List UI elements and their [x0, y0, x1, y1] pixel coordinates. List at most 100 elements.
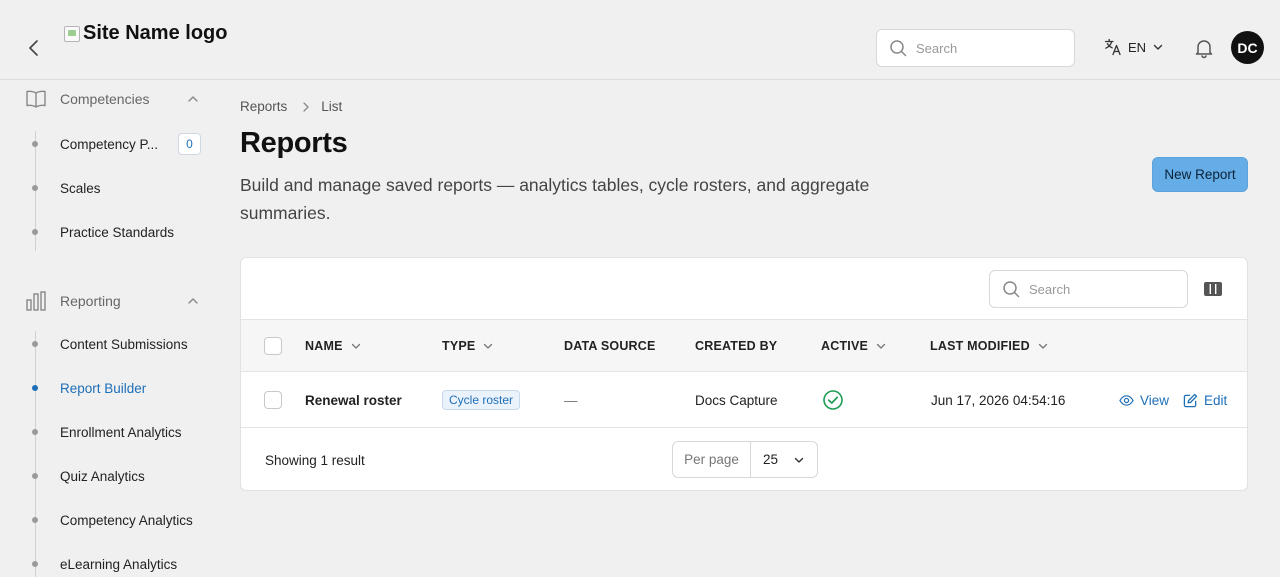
- chevron-down-icon[interactable]: [482, 340, 494, 352]
- reports-table-card: NAME TYPE DATA SOURCE CREATED BY ACTIVE …: [240, 257, 1248, 491]
- book-icon: [25, 88, 47, 110]
- language-selector[interactable]: EN: [1104, 38, 1164, 56]
- chevron-down-icon[interactable]: [1037, 340, 1049, 352]
- cell-created-by: Docs Capture: [695, 392, 778, 408]
- edit-label: Edit: [1204, 392, 1228, 408]
- search-icon: [1003, 281, 1020, 298]
- sidebar-item-competency-profiles[interactable]: Competency P... 0: [25, 131, 205, 157]
- breadcrumb: Reports List: [240, 99, 342, 114]
- chevron-left-icon: [29, 40, 38, 56]
- count-badge: 0: [178, 133, 201, 155]
- chevron-right-icon: [301, 101, 311, 113]
- notifications-button[interactable]: [1193, 37, 1215, 59]
- bullet-dot: [32, 517, 38, 523]
- back-button[interactable]: [22, 36, 46, 60]
- column-header-label: DATA SOURCE: [564, 339, 656, 353]
- result-count: Showing 1 result: [265, 452, 365, 468]
- column-header-created-by: CREATED BY: [695, 320, 777, 372]
- bullet-dot: [32, 561, 38, 567]
- bullet-dot: [32, 185, 38, 191]
- sidebar-item-label: Content Submissions: [60, 336, 188, 352]
- eye-icon: [1119, 394, 1134, 406]
- sidebar-group-reporting[interactable]: Reporting: [25, 286, 200, 316]
- chevron-down-icon[interactable]: [350, 340, 362, 352]
- new-report-button[interactable]: New Report: [1152, 157, 1248, 192]
- sidebar-group-label: Competencies: [60, 91, 150, 107]
- breadcrumb-current: List: [321, 99, 343, 114]
- sidebar-item-elearning-analytics[interactable]: eLearning Analytics: [25, 551, 205, 577]
- view-button[interactable]: View: [1119, 393, 1169, 408]
- check-circle-icon: [823, 390, 843, 410]
- language-code: EN: [1128, 39, 1147, 55]
- top-bar: Site Name logo EN DC: [0, 0, 1280, 80]
- sidebar-item-practice-standards[interactable]: Practice Standards: [25, 219, 205, 245]
- column-header-name[interactable]: NAME: [305, 320, 362, 372]
- sidebar-item-label: Competency P...: [60, 136, 159, 152]
- column-header-label: LAST MODIFIED: [930, 339, 1030, 353]
- row-checkbox[interactable]: [264, 391, 282, 409]
- page-title: Reports: [240, 127, 348, 159]
- sidebar-item-label: Quiz Analytics: [60, 468, 145, 484]
- sidebar-item-scales[interactable]: Scales: [25, 175, 205, 201]
- table-header: NAME TYPE DATA SOURCE CREATED BY ACTIVE …: [241, 320, 1247, 372]
- table-row[interactable]: Renewal roster Cycle roster — Docs Captu…: [241, 372, 1247, 428]
- sidebar-item-competency-analytics[interactable]: Competency Analytics: [25, 507, 205, 533]
- column-header-label: ACTIVE: [821, 339, 869, 353]
- sidebar-item-quiz-analytics[interactable]: Quiz Analytics: [25, 463, 205, 489]
- tree-line: [35, 331, 36, 577]
- per-page-select[interactable]: 25: [751, 442, 817, 477]
- sidebar-item-content-submissions[interactable]: Content Submissions: [25, 331, 205, 357]
- chevron-up-icon: [188, 96, 198, 102]
- edit-icon: [1183, 393, 1198, 407]
- per-page-control: Per page 25: [672, 441, 818, 478]
- table-search[interactable]: [989, 270, 1188, 308]
- columns-icon: [1204, 282, 1222, 296]
- bullet-dot: [32, 341, 38, 347]
- bullet-dot: [32, 473, 38, 479]
- sidebar-group-label: Reporting: [60, 293, 121, 309]
- global-search[interactable]: [876, 29, 1075, 67]
- logo-alt-text: Site Name logo: [83, 22, 228, 44]
- cell-type: Cycle roster: [442, 372, 521, 428]
- user-avatar[interactable]: DC: [1231, 31, 1264, 64]
- edit-button[interactable]: Edit: [1183, 393, 1227, 408]
- page-description: Build and manage saved reports — analyti…: [240, 175, 870, 223]
- sidebar-item-report-builder[interactable]: Report Builder: [25, 375, 205, 401]
- per-page-value: 25: [763, 452, 779, 467]
- column-header-type[interactable]: TYPE: [442, 320, 494, 372]
- row-select-cell: [264, 372, 282, 428]
- type-badge: Cycle roster: [442, 390, 521, 410]
- cell-active: [822, 372, 844, 428]
- select-all-checkbox[interactable]: [264, 337, 282, 355]
- sidebar-item-label: eLearning Analytics: [60, 556, 178, 572]
- chevron-down-icon[interactable]: [875, 340, 887, 352]
- cell-name: Renewal roster: [305, 392, 402, 408]
- sidebar-item-label: Enrollment Analytics: [60, 424, 182, 440]
- sidebar-item-enrollment-analytics[interactable]: Enrollment Analytics: [25, 419, 205, 445]
- sidebar-item-label: Competency Analytics: [60, 512, 193, 528]
- chevron-down-icon: [1153, 44, 1163, 50]
- table-search-input[interactable]: [1029, 281, 1179, 297]
- chevron-down-icon: [794, 457, 804, 463]
- column-toggle-button[interactable]: [1203, 279, 1223, 299]
- table-toolbar: [241, 258, 1247, 320]
- cell-actions: View Edit: [1119, 372, 1227, 428]
- bullet-dot: [32, 429, 38, 435]
- sidebar-group-competencies[interactable]: Competencies: [25, 84, 200, 114]
- column-header-last-modified[interactable]: LAST MODIFIED: [930, 320, 1049, 372]
- column-header-label: TYPE: [442, 339, 476, 353]
- column-header-active[interactable]: ACTIVE: [821, 320, 887, 372]
- sidebar-item-label: Scales: [60, 180, 101, 196]
- view-label: View: [1140, 392, 1170, 408]
- select-all-cell: [264, 320, 282, 372]
- column-header-data-source: DATA SOURCE: [564, 320, 656, 372]
- bullet-dot: [32, 141, 38, 147]
- global-search-input[interactable]: [916, 40, 1066, 56]
- bullet-dot: [32, 385, 38, 391]
- search-icon: [890, 40, 907, 57]
- table-footer: Showing 1 result Per page 25: [241, 429, 1247, 490]
- site-logo[interactable]: Site Name logo: [64, 22, 227, 45]
- translate-icon: [1104, 38, 1121, 56]
- sidebar: Competencies Competency P... 0 Scales Pr…: [0, 81, 216, 577]
- breadcrumb-link-reports[interactable]: Reports: [240, 99, 287, 114]
